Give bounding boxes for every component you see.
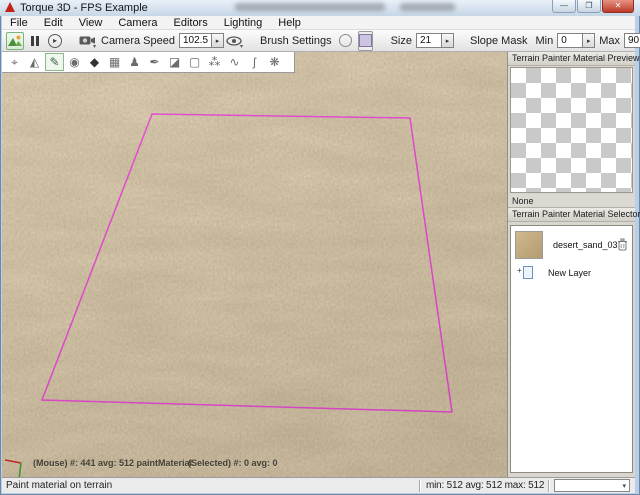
chevron-down-icon: ▾ <box>93 44 96 50</box>
terrain-painter-panel: Terrain Painter Material Preview None Te… <box>507 52 635 477</box>
decal-editor-icon[interactable]: ♟ <box>125 53 144 71</box>
material-name-label: desert_sand_03 <box>553 240 618 250</box>
titlebar-background-smudge <box>235 3 385 11</box>
slope-min-control: 0 ▸ <box>557 33 595 48</box>
app-window: Torque 3D - FPS Example — ❐ ✕ File Edit … <box>0 0 640 495</box>
menu-camera[interactable]: Camera <box>110 16 165 30</box>
menu-bar: File Edit View Camera Editors Lighting H… <box>2 16 635 30</box>
trash-icon <box>618 238 627 251</box>
material-preview-caption: None <box>508 194 635 208</box>
camera-speed-input[interactable]: 102.5 <box>179 33 212 48</box>
brush-size-control: 21 ▸ <box>416 33 454 48</box>
main-toolbar: ▸ ▾ Camera Speed 102.5 ▸ <box>2 30 635 52</box>
play-button[interactable]: ▸ <box>46 32 64 50</box>
slope-max-label: Max <box>599 35 620 47</box>
maximize-button[interactable]: ❐ <box>577 0 601 13</box>
visibility-menu-button[interactable]: ▾ <box>225 32 243 50</box>
slope-min-spinner[interactable]: ▸ <box>583 33 595 48</box>
particle-editor-icon[interactable]: ⁂ <box>205 53 224 71</box>
status-message: Paint material on terrain <box>2 480 419 491</box>
river-editor-icon[interactable]: ◪ <box>165 53 184 71</box>
mission-area-editor-icon[interactable]: ▢ <box>185 53 204 71</box>
client-area: File Edit View Camera Editors Lighting H… <box>2 16 635 493</box>
terrain-editor-icon[interactable]: ◭ <box>25 53 44 71</box>
camera-speed-spinner[interactable]: ▸ <box>212 33 224 48</box>
status-bar: Paint material on terrain min: 512 avg: … <box>2 477 635 493</box>
datablock-editor-icon[interactable]: ▦ <box>105 53 124 71</box>
brush-square-button[interactable] <box>358 31 373 51</box>
mountain-sun-icon <box>7 34 23 47</box>
mouse-stats-readout: (Mouse) #: 441 avg: 512 paintMaterial <box>33 458 192 468</box>
world-editor-button[interactable] <box>6 32 24 50</box>
slope-max-input[interactable]: 90 <box>624 33 640 48</box>
status-dropdown[interactable]: ▾ <box>554 479 630 492</box>
menu-help[interactable]: Help <box>270 16 309 30</box>
new-layer-label: New Layer <box>548 268 591 278</box>
material-list-item[interactable]: desert_sand_03 <box>511 226 632 264</box>
terrain-lighting-tone <box>2 52 507 477</box>
brush-size-spinner[interactable]: ▸ <box>442 33 454 48</box>
square-brush-icon <box>359 34 372 47</box>
menu-editors[interactable]: Editors <box>165 16 215 30</box>
forest-editor-icon[interactable]: ✒ <box>145 53 164 71</box>
object-editor-icon[interactable]: ⌖ <box>5 53 24 71</box>
pause-icon <box>31 36 39 46</box>
minimize-button[interactable]: — <box>552 0 576 13</box>
slope-min-label: Min <box>535 35 553 47</box>
status-divider <box>548 480 549 492</box>
terrain-painter-icon[interactable]: ✎ <box>45 53 64 71</box>
road-path-editor-icon[interactable]: ʃ <box>245 53 264 71</box>
selected-stats-readout: (Selected) #: 0 avg: 0 <box>188 458 278 468</box>
chevron-down-icon: ▾ <box>240 44 243 50</box>
brush-circle-button[interactable] <box>337 32 355 50</box>
menu-lighting[interactable]: Lighting <box>216 16 271 30</box>
torque-logo-icon <box>5 2 15 12</box>
menu-edit[interactable]: Edit <box>36 16 71 30</box>
menu-file[interactable]: File <box>2 16 36 30</box>
circle-brush-icon <box>339 34 352 47</box>
brush-size-label: Size <box>391 35 412 47</box>
window-controls: — ❐ ✕ <box>551 0 634 13</box>
shape-editor-icon[interactable]: ❋ <box>265 53 284 71</box>
delete-material-button[interactable] <box>618 238 627 256</box>
pause-button[interactable] <box>26 32 44 50</box>
mesh-road-editor-icon[interactable]: ∿ <box>225 53 244 71</box>
material-thumbnail <box>515 231 543 259</box>
menu-view[interactable]: View <box>71 16 111 30</box>
camera-speed-control: 102.5 ▸ <box>179 33 224 48</box>
brush-settings-label: Brush Settings <box>260 35 332 47</box>
play-icon: ▸ <box>48 34 62 48</box>
material-editor-icon[interactable]: ◉ <box>65 53 84 71</box>
material-preview-header: Terrain Painter Material Preview <box>508 52 635 66</box>
camera-menu-button[interactable]: ▾ <box>78 32 96 50</box>
close-button[interactable]: ✕ <box>602 0 634 13</box>
titlebar[interactable]: Torque 3D - FPS Example — ❐ ✕ <box>0 0 640 16</box>
height-stats-readout: min: 512 avg: 512 max: 512 <box>420 480 548 491</box>
window-title: Torque 3D - FPS Example <box>20 2 148 14</box>
material-selector-header: Terrain Painter Material Selector <box>508 208 635 222</box>
camera-speed-label: Camera Speed <box>101 35 175 47</box>
brush-size-input[interactable]: 21 <box>416 33 442 48</box>
material-list: desert_sand_03 + New Layer <box>510 225 633 473</box>
sketch-tool-icon[interactable]: ◆ <box>85 53 104 71</box>
slope-min-input[interactable]: 0 <box>557 33 583 48</box>
new-layer-page-icon <box>523 266 533 279</box>
plus-icon: + <box>517 266 522 275</box>
material-preview-checkerboard <box>510 67 633 193</box>
terrain-viewport[interactable]: (Mouse) #: 441 avg: 512 paintMaterial (S… <box>2 52 507 477</box>
new-layer-button[interactable]: + New Layer <box>511 264 632 283</box>
editor-tools-palette: ⌖ ◭ ✎ ◉ ◆ ▦ ♟ ✒ ◪ ▢ ⁂ ∿ ʃ ❋ <box>2 52 295 73</box>
slope-max-control: 90 ▸ <box>624 33 640 48</box>
slope-mask-label: Slope Mask <box>470 35 527 47</box>
titlebar-background-smudge <box>400 3 455 11</box>
chevron-down-icon: ▾ <box>622 482 629 490</box>
